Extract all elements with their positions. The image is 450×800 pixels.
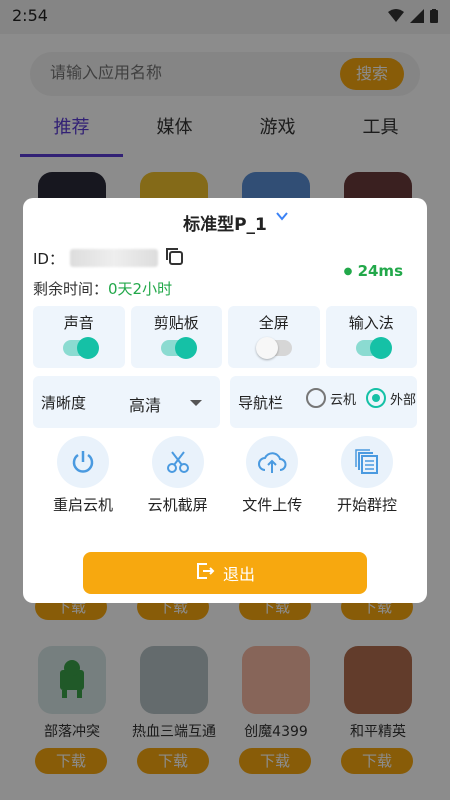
toggle-card-clipboard: 剪贴板: [130, 306, 222, 368]
multi-control-icon: [340, 436, 393, 488]
power-icon: [57, 436, 109, 488]
exit-button[interactable]: 退出: [83, 552, 367, 594]
clarity-select[interactable]: 清晰度 高清: [33, 376, 220, 428]
scissors-icon: [151, 436, 204, 488]
toggle-card-fullscreen: 全屏: [228, 306, 320, 368]
clarity-value: 高清: [129, 396, 162, 415]
device-title[interactable]: 标准型P_1: [23, 210, 427, 235]
clipboard-switch[interactable]: [160, 337, 197, 359]
cloud-device-dialog: 标准型P_1 ID： 剩余时间：0天2小时 ● 24ms 声音 剪贴板 全屏 输…: [23, 198, 427, 603]
restart-button[interactable]: 重启云机: [43, 436, 123, 515]
screenshot-button[interactable]: 云机截屏: [138, 436, 218, 515]
clarity-label: 清晰度: [41, 394, 87, 412]
exit-icon: [195, 561, 215, 585]
toggle-label: 输入法: [348, 314, 394, 332]
id-value-redacted: [69, 249, 158, 267]
latency-indicator: ● 24ms: [344, 262, 403, 280]
upload-button[interactable]: 文件上传: [232, 436, 312, 515]
radio-label: 云机: [330, 392, 357, 408]
status-dot-icon: ●: [343, 266, 353, 277]
sound-switch[interactable]: [63, 337, 99, 359]
action-label: 重启云机: [52, 496, 113, 514]
exit-label: 退出: [222, 565, 255, 584]
toggle-row: 声音 剪贴板 全屏 输入法: [33, 306, 417, 368]
settings-row: 清晰度 高清 导航栏 云机 外部: [33, 376, 417, 428]
toggle-card-sound: 声音: [33, 306, 125, 368]
toggle-label: 全屏: [258, 314, 289, 332]
ime-switch[interactable]: [355, 337, 392, 359]
copy-icon[interactable]: [164, 246, 184, 270]
navbar-option-cloud[interactable]: 云机: [306, 388, 356, 408]
fullscreen-switch[interactable]: [256, 337, 292, 359]
remaining-time: 剩余时间：0天2小时: [33, 278, 172, 299]
action-label: 云机截屏: [147, 496, 208, 514]
toggle-card-ime: 输入法: [325, 306, 417, 368]
radio-icon: [306, 388, 326, 408]
action-row: 重启云机 云机截屏 文件上传 开始群控: [43, 436, 407, 515]
radio-checked-icon: [366, 388, 386, 408]
action-label: 开始群控: [336, 496, 397, 514]
radio-label: 外部: [390, 392, 417, 408]
toggle-label: 剪贴板: [153, 314, 199, 332]
caret-down-icon: [190, 400, 202, 406]
id-row: ID：: [33, 246, 184, 270]
toggle-label: 声音: [63, 314, 94, 332]
id-label: ID：: [33, 249, 64, 268]
navbar-option-external[interactable]: 外部: [366, 388, 416, 408]
remaining-time-value: 0天2小时: [108, 280, 173, 298]
latency-value: 24ms: [357, 262, 403, 280]
action-label: 文件上传: [242, 496, 303, 514]
chevron-down-icon[interactable]: [275, 208, 289, 227]
remaining-time-label: 剩余时间：: [33, 280, 109, 298]
group-control-button[interactable]: 开始群控: [327, 436, 407, 515]
navbar-label: 导航栏: [238, 394, 284, 412]
navbar-setting: 导航栏 云机 外部: [230, 376, 417, 428]
cloud-upload-icon: [246, 436, 299, 488]
